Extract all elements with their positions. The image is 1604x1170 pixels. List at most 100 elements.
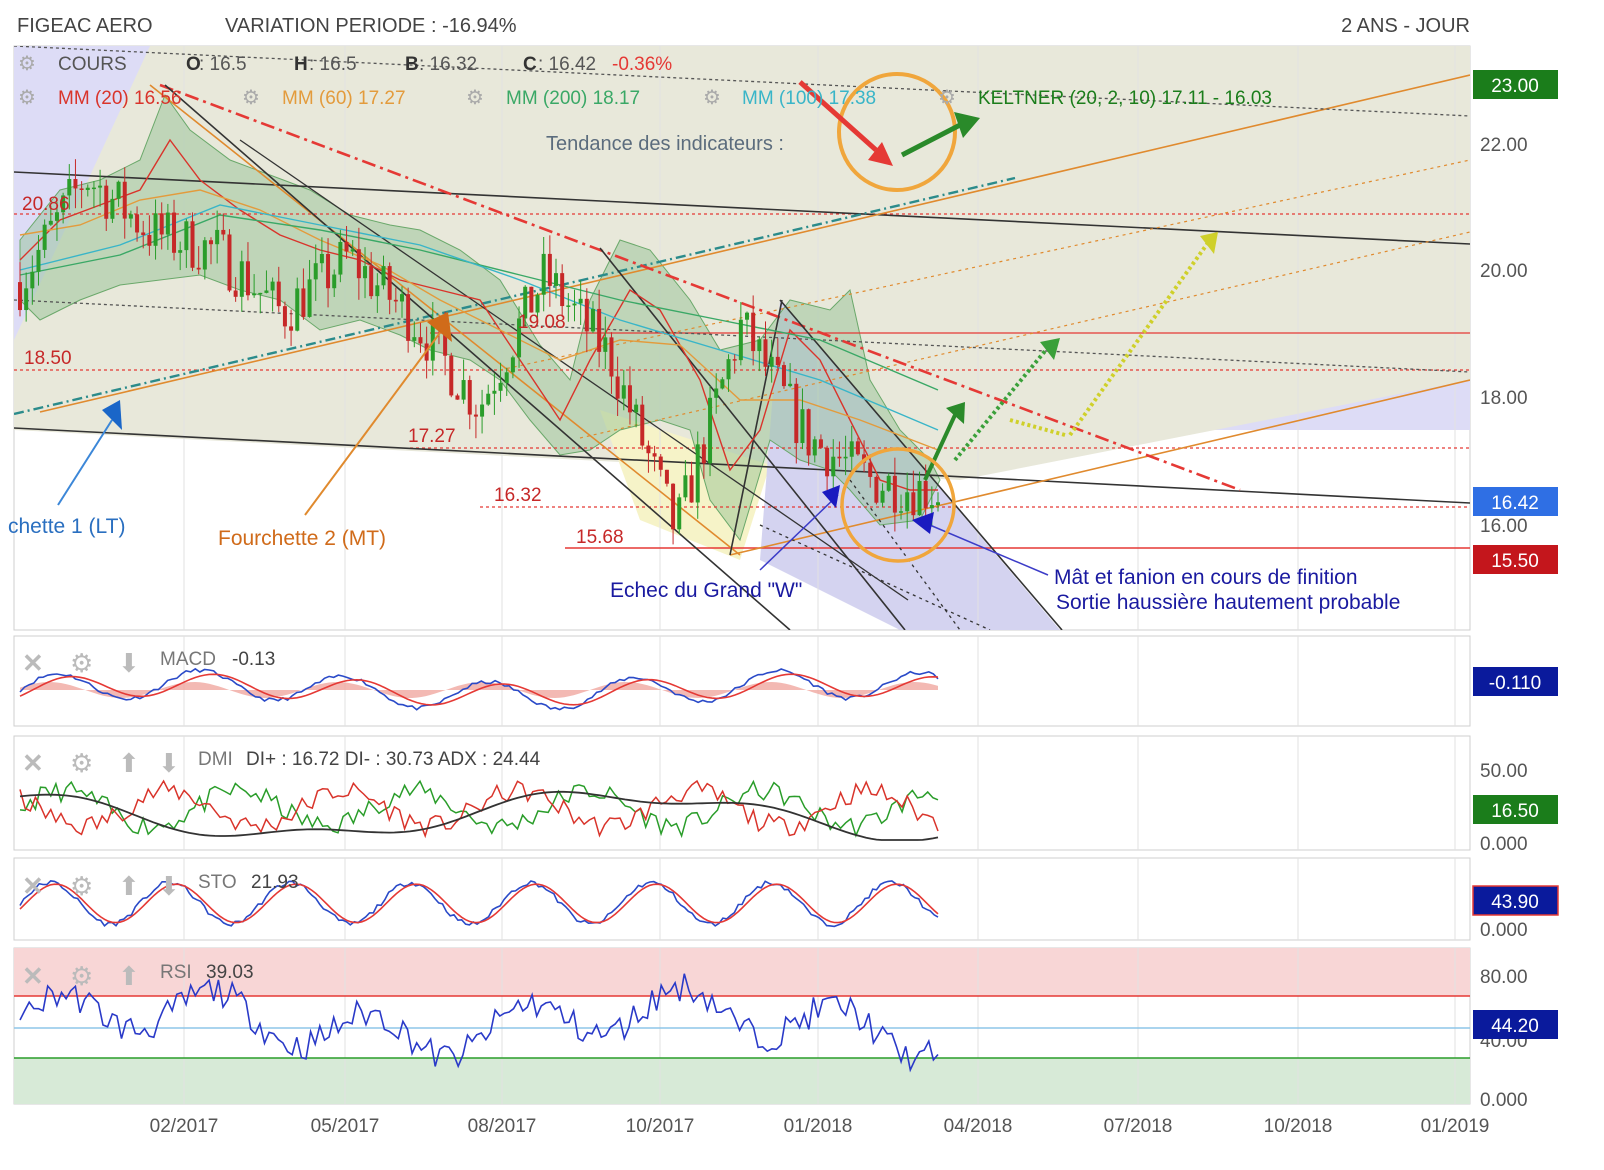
candle-body [590,308,595,332]
period-variation: VARIATION PERIODE : -16.94% [225,15,517,37]
gear-icon[interactable]: ⚙ [938,87,956,109]
candle-body [775,356,780,366]
candle-body [326,253,331,289]
candle-body [73,179,78,189]
arrow-up-icon[interactable]: ⬆ [118,871,140,901]
candle-body [701,444,706,464]
indicator-trend-label: Tendance des indicateurs : [546,133,784,155]
gear-icon[interactable]: ⚙ [70,648,93,678]
candle-body [510,357,515,373]
candle-body [689,475,694,503]
candle-body [708,397,713,464]
rsi-label: RSI [160,962,192,983]
candle-body [899,511,904,513]
arrow-down-icon[interactable]: ⬇ [158,871,180,901]
legend-mm60: MM (60) 17.27 [282,88,406,109]
gear-icon[interactable]: ⚙ [70,871,93,901]
gear-icon[interactable]: ⚙ [242,87,260,109]
candle-body [276,281,281,307]
legend-mm200: MM (200) 18.17 [506,88,640,109]
arrow-down-icon[interactable]: ⬇ [158,748,180,778]
candle-body [178,250,183,253]
candle-body [85,187,90,190]
period-selector[interactable]: 2 ANS - JOUR [1341,15,1470,37]
candle-body [165,212,170,235]
arrow-up-icon[interactable]: ⬆ [118,748,140,778]
candle-body [535,294,540,313]
gear-icon[interactable]: ⚙ [70,748,93,778]
legend-close-change: -0.36% [612,54,672,75]
candle-body [837,456,842,459]
candle-body [554,273,559,286]
legend-low-value: : 16.32 [419,54,477,75]
rsi-panel: ✕ ⚙ ⬆ RSI 39.03 80.00 40.00 0.000 44.20 [13,947,1558,1111]
candle-body [338,241,343,275]
candle-body [652,453,657,457]
candle-body [769,356,774,367]
dmi-value: DI+ : 16.72 DI- : 30.73 ADX : 24.44 [246,749,541,770]
close-icon[interactable]: ✕ [22,871,44,901]
candle-body [738,319,743,361]
candle-body [843,456,848,459]
time-tick: 10/2017 [626,1116,695,1137]
candle-body [289,326,294,331]
price-axis: 22.00 20.00 18.00 16.00 23.00 16.42 15.5… [1473,70,1558,574]
candle-body [855,441,860,455]
candle-body [172,212,177,253]
legend-low-label: B [405,54,419,75]
price-badge-bottom-text: 15.50 [1491,551,1539,572]
stock-chart: FIGEAC AERO VARIATION PERIODE : -16.94% … [8,15,1559,1137]
candle-body [757,339,762,352]
candle-body [239,261,244,297]
candle-body [295,288,300,331]
gear-icon[interactable]: ⚙ [703,87,721,109]
candle-body [504,372,509,383]
candle-body [560,273,565,307]
time-tick: 02/2017 [150,1116,219,1137]
level-label-1850: 18.50 [24,348,72,369]
gear-icon[interactable]: ⚙ [18,53,36,75]
candle-body [658,456,663,470]
candle-body [640,404,645,446]
candle-body [831,456,836,477]
rsi-tick: 0.000 [1480,1090,1528,1111]
arrow-down-icon[interactable]: ⬇ [118,648,140,678]
candle-body [356,249,361,279]
candle-body [18,282,22,311]
candle-body [233,290,238,297]
level-label-1727: 17.27 [408,426,456,447]
gear-icon[interactable]: ⚙ [18,87,36,109]
candle-body [566,305,571,307]
candle-body [849,441,854,457]
time-tick: 08/2017 [468,1116,537,1137]
candle-body [307,279,312,317]
close-icon[interactable]: ✕ [22,648,44,678]
level-label-1632: 16.32 [494,485,542,506]
candle-body [923,480,928,509]
gear-icon[interactable]: ⚙ [466,87,484,109]
candle-body [473,414,478,417]
candle-body [751,312,756,352]
close-icon[interactable]: ✕ [22,748,44,778]
stock-title: FIGEAC AERO [17,15,153,37]
gear-icon[interactable]: ⚙ [70,961,93,991]
time-tick: 05/2017 [311,1116,380,1137]
candle-body [399,294,404,302]
candle-body [67,179,72,196]
candle-body [301,288,306,317]
candle-body [252,293,257,296]
arrow-up-icon[interactable]: ⬆ [118,961,140,991]
macd-badge-text: -0.110 [1489,673,1541,694]
candle-body [578,298,583,304]
candle-body [936,502,940,506]
candle-body [584,298,589,332]
sto-badge-text: 43.90 [1491,892,1539,913]
close-icon[interactable]: ✕ [22,961,44,991]
sto-panel: ✕ ⚙ ⬆ ⬇ STO 21.93 0.000 43.90 [13,857,1559,941]
candle-body [627,385,632,413]
candle-body [646,445,651,454]
level-label-2086: 20.86 [22,194,70,215]
candle-body [135,214,140,233]
candle-body [929,505,934,509]
rsi-oversold-zone [14,1058,1470,1104]
